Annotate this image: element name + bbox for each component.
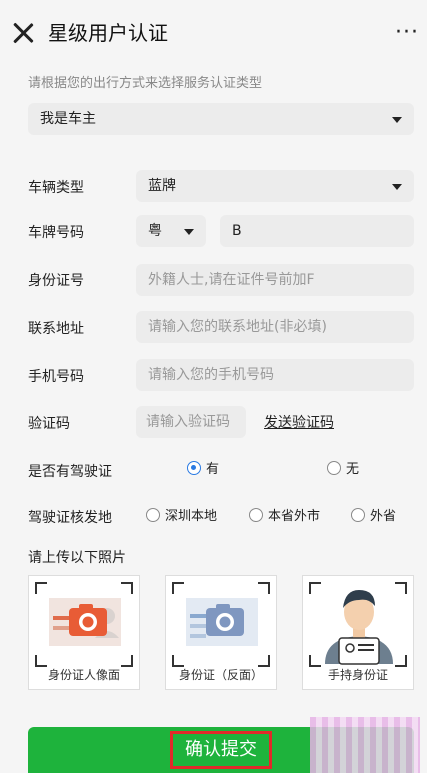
watermark-overlay (310, 717, 420, 773)
id-number-label: 身份证号 (28, 273, 84, 289)
upload-label: 请上传以下照片 (28, 550, 126, 566)
vehicle-type-select[interactable]: 蓝牌 (136, 170, 414, 202)
radio-label: 无 (346, 462, 360, 477)
id-number-input[interactable]: 外籍人士,请在证件号前加F (136, 264, 414, 296)
radio-origin-local[interactable]: 深圳本地 (146, 505, 217, 524)
chevron-down-icon (392, 184, 402, 190)
auth-type-hint: 请根据您的出行方式来选择服务认证类型 (28, 76, 263, 91)
radio-has-license-no[interactable]: 无 (327, 458, 359, 477)
page-title: 星级用户认证 (48, 21, 168, 45)
radio-label: 有 (206, 462, 220, 477)
plate-province-value: 粤 (148, 223, 162, 239)
chevron-down-icon (392, 117, 402, 123)
top-bar: 星级用户认证 ··· (0, 0, 427, 66)
upload-id-handheld[interactable]: 手持身份证 (302, 575, 414, 690)
more-options-icon[interactable]: ··· (395, 20, 419, 46)
vehicle-type-label: 车辆类型 (28, 180, 84, 196)
camera-icon (186, 598, 258, 646)
upload-card-label: 身份证人像面 (47, 668, 120, 682)
upload-id-front[interactable]: 身份证人像面 (28, 575, 140, 690)
phone-input[interactable]: 请输入您的手机号码 (136, 359, 414, 391)
code-label: 验证码 (28, 416, 70, 432)
radio-origin-province[interactable]: 本省外市 (249, 505, 320, 524)
auth-type-value: 我是车主 (40, 111, 96, 127)
upload-id-back[interactable]: 身份证（反面） (165, 575, 277, 690)
send-code-link[interactable]: 发送验证码 (264, 412, 334, 432)
has-license-label: 是否有驾驶证 (28, 464, 112, 480)
plate-province-select[interactable]: 粤 (136, 215, 206, 247)
radio-unchecked-icon (327, 460, 341, 475)
radio-label: 本省外市 (268, 509, 321, 524)
radio-origin-other[interactable]: 外省 (351, 505, 396, 524)
address-label: 联系地址 (28, 321, 84, 337)
radio-unchecked-icon (351, 507, 365, 522)
address-input[interactable]: 请输入您的联系地址(非必填) (136, 311, 414, 343)
license-origin-label: 驾驶证核发地 (28, 510, 112, 526)
upload-card-label: 身份证（反面） (178, 668, 263, 682)
radio-label: 外省 (370, 509, 397, 524)
auth-type-select[interactable]: 我是车主 (28, 103, 414, 135)
camera-icon (49, 598, 121, 646)
submit-button-label[interactable]: 确认提交 (170, 731, 272, 769)
radio-unchecked-icon (249, 507, 263, 522)
person-id-icon (325, 590, 393, 665)
radio-unchecked-icon (146, 507, 160, 522)
plate-number-input[interactable]: B (220, 215, 414, 247)
code-input[interactable]: 请输入验证码 (136, 406, 246, 438)
radio-has-license-yes[interactable]: 有 (187, 458, 219, 477)
radio-label: 深圳本地 (165, 509, 218, 524)
vehicle-type-value: 蓝牌 (148, 178, 176, 194)
plate-label: 车牌号码 (28, 225, 84, 241)
radio-checked-icon (187, 460, 201, 475)
upload-card-label: 手持身份证 (327, 668, 388, 682)
close-icon[interactable] (10, 20, 36, 46)
phone-label: 手机号码 (28, 369, 84, 385)
chevron-down-icon (184, 229, 194, 235)
